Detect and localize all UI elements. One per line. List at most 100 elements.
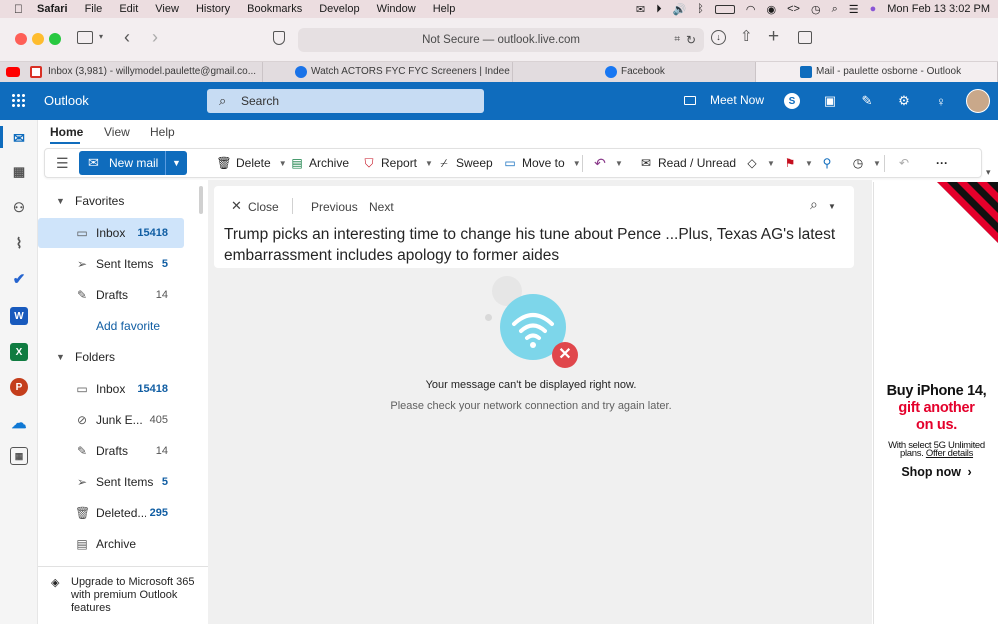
- ad-cta[interactable]: Shop now ›: [874, 465, 998, 479]
- bluetooth-icon[interactable]: ᛒ: [697, 3, 704, 15]
- close-window-button[interactable]: [15, 33, 27, 45]
- folder-sent-items[interactable]: ➢ Sent Items 5: [38, 467, 184, 497]
- tab-view[interactable]: View: [104, 125, 130, 139]
- close-icon[interactable]: ✕: [231, 198, 242, 214]
- ad-pane[interactable]: Buy iPhone 14, gift another on us. With …: [873, 182, 998, 624]
- hamburger-icon[interactable]: ☰: [56, 155, 69, 172]
- code-icon[interactable]: <>: [787, 3, 800, 15]
- sidebar-toggle-icon[interactable]: [77, 31, 93, 44]
- app-launcher-icon[interactable]: [11, 93, 25, 107]
- play-icon[interactable]: ⏵: [656, 3, 662, 16]
- reload-icon[interactable]: ↻: [686, 28, 696, 52]
- menu-app-name[interactable]: Safari: [37, 3, 68, 15]
- folder-drafts[interactable]: ✎ Drafts 14: [38, 436, 184, 466]
- people-icon[interactable]: ⚇: [10, 199, 28, 217]
- chevron-down-icon[interactable]: ▼: [828, 202, 836, 211]
- wifi-icon[interactable]: ◠: [746, 3, 756, 16]
- attachment-icon[interactable]: ⌇: [10, 234, 28, 252]
- onedrive-icon[interactable]: ☁: [10, 414, 28, 432]
- translate-icon[interactable]: ⌗: [674, 28, 680, 52]
- tab-outlook[interactable]: Mail - paulette osborne - Outlook: [756, 62, 998, 82]
- reply-button[interactable]: ↶ ▼: [593, 155, 623, 171]
- video-icon[interactable]: [684, 96, 696, 105]
- ad-offer-link[interactable]: Offer details: [926, 448, 973, 459]
- back-icon[interactable]: ‹: [124, 27, 130, 48]
- menu-file[interactable]: File: [85, 3, 103, 15]
- zoom-window-button[interactable]: [49, 33, 61, 45]
- sweep-button[interactable]: ⌿ Sweep: [437, 156, 492, 171]
- download-icon[interactable]: ↓: [711, 30, 726, 45]
- menubar-datetime[interactable]: Mon Feb 13 3:02 PM: [887, 3, 990, 15]
- collapse-ribbon-icon[interactable]: ▾: [986, 167, 991, 178]
- folder-archive[interactable]: ▤ Archive: [38, 529, 184, 559]
- mail-icon[interactable]: ✉: [10, 129, 28, 147]
- new-tab-icon[interactable]: +: [768, 26, 779, 48]
- favorite-sent-items[interactable]: ➢ Sent Items 5: [38, 249, 184, 279]
- settings-gear-icon[interactable]: ⚙: [896, 93, 912, 109]
- read-unread-button[interactable]: ✉ Read / Unread: [639, 156, 736, 170]
- chevron-down-icon[interactable]: ▼: [767, 159, 775, 168]
- favorites-header[interactable]: ▼ Favorites: [38, 190, 208, 212]
- previous-button[interactable]: Previous: [311, 200, 358, 214]
- move-to-button[interactable]: ▭ Move to ▼: [503, 156, 581, 170]
- battery-icon[interactable]: [714, 4, 735, 14]
- powerpoint-icon[interactable]: P: [10, 378, 28, 396]
- tab-home[interactable]: Home: [50, 125, 83, 139]
- spotlight-icon[interactable]: ⌕: [832, 3, 838, 16]
- menu-view[interactable]: View: [155, 3, 179, 15]
- excel-icon[interactable]: X: [10, 343, 28, 361]
- menu-help[interactable]: Help: [433, 3, 456, 15]
- folder-pane-scrollbar[interactable]: [199, 186, 203, 214]
- chevron-down-icon[interactable]: ▼: [805, 159, 813, 168]
- upgrade-banner[interactable]: ◈ Upgrade to Microsoft 365 with premium …: [38, 566, 208, 624]
- chevron-down-icon[interactable]: ▼: [573, 159, 581, 168]
- forward-icon[interactable]: ›: [152, 27, 158, 48]
- zoom-icon[interactable]: ⌕: [810, 196, 818, 213]
- calendar-icon[interactable]: ▦: [10, 163, 28, 181]
- avatar[interactable]: [966, 89, 990, 113]
- clock-icon[interactable]: ◷: [811, 3, 821, 16]
- office-icon[interactable]: ▣: [822, 93, 838, 109]
- minimize-window-button[interactable]: [32, 33, 44, 45]
- favorite-inbox[interactable]: ▭ Inbox 15418: [38, 218, 184, 248]
- folder-deleted[interactable]: 🗑 Deleted... 295: [38, 498, 184, 528]
- tab-overview-icon[interactable]: [798, 31, 812, 44]
- folder-junk[interactable]: ⊘ Junk E... 405: [38, 405, 184, 435]
- pin-button[interactable]: ⚲: [820, 156, 834, 170]
- mail-status-icon[interactable]: ✉: [636, 3, 645, 16]
- tab-indee[interactable]: Watch ACTORS FYC FYC Screeners | Indee: [263, 62, 513, 82]
- categorize-button[interactable]: ◇ ▼: [745, 156, 775, 170]
- menu-history[interactable]: History: [196, 3, 230, 15]
- word-icon[interactable]: W: [10, 307, 28, 325]
- next-button[interactable]: Next: [369, 200, 394, 214]
- user-icon[interactable]: ◉: [766, 3, 776, 16]
- more-apps-icon[interactable]: ▦: [10, 447, 28, 465]
- apple-icon[interactable]: : [14, 2, 23, 16]
- control-center-icon[interactable]: ☰: [849, 3, 859, 16]
- tab-gmail[interactable]: Inbox (3,981) - willymodel.paulette@gmai…: [0, 62, 263, 82]
- shield-icon[interactable]: [273, 31, 285, 45]
- chevron-down-icon[interactable]: ▼: [279, 159, 287, 168]
- report-button[interactable]: ⛉ Report ▼: [362, 156, 433, 171]
- volume-icon[interactable]: 🔊: [673, 3, 687, 16]
- todo-check-icon[interactable]: ✔: [10, 270, 28, 288]
- skype-icon[interactable]: S: [784, 93, 800, 109]
- menu-edit[interactable]: Edit: [119, 3, 138, 15]
- tab-help[interactable]: Help: [150, 125, 175, 139]
- meet-now-button[interactable]: Meet Now: [710, 93, 764, 107]
- chevron-down-icon[interactable]: ▼: [873, 159, 881, 168]
- compose-note-icon[interactable]: ✎: [859, 93, 875, 109]
- tips-lightbulb-icon[interactable]: ♀: [933, 93, 949, 109]
- archive-button[interactable]: ▤ Archive: [290, 156, 349, 170]
- tab-facebook[interactable]: Facebook: [513, 62, 756, 82]
- favorite-drafts[interactable]: ✎ Drafts 14: [38, 280, 184, 310]
- flag-button[interactable]: ⚑ ▼: [783, 156, 813, 170]
- delete-button[interactable]: 🗑 Delete ▼: [216, 156, 287, 170]
- chevron-down-icon[interactable]: ▼: [425, 159, 433, 168]
- new-mail-dropdown[interactable]: ▼: [165, 151, 187, 175]
- share-icon[interactable]: ⇧: [740, 27, 753, 45]
- undo-button[interactable]: ↶: [897, 156, 911, 170]
- siri-icon[interactable]: ●: [870, 3, 877, 15]
- menu-bookmarks[interactable]: Bookmarks: [247, 3, 302, 15]
- chevron-down-icon[interactable]: ▼: [615, 159, 623, 168]
